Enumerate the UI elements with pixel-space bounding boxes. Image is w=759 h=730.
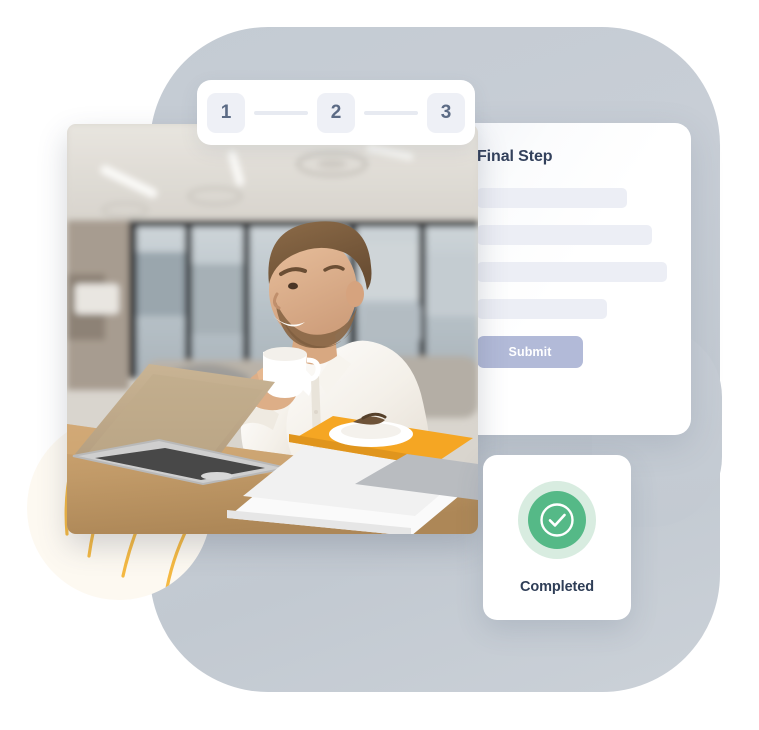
status-badge: Completed (519, 578, 595, 595)
step-indicator-3[interactable]: 3 (427, 92, 465, 133)
final-step-form-panel: Final Step Submit (455, 123, 691, 435)
progress-stepper: 1 2 3 (197, 80, 475, 145)
form-field-3[interactable] (477, 262, 667, 282)
step-number-2: 2 (330, 101, 342, 123)
form-field-1[interactable] (477, 188, 627, 208)
check-circle-halo (518, 480, 596, 559)
form-field-2[interactable] (477, 225, 652, 245)
form-field-4[interactable] (477, 299, 607, 319)
step-indicator-2[interactable]: 2 (317, 92, 355, 133)
check-circle-icon (528, 490, 586, 549)
step-indicator-1[interactable]: 1 (207, 92, 245, 133)
page-title: Final Step (477, 148, 553, 165)
step-connector-1 (254, 110, 308, 115)
office-worker-photo (67, 124, 478, 534)
step-number-1: 1 (220, 101, 232, 123)
submit-button[interactable]: Submit (477, 336, 583, 368)
illustration-stage: 1 2 3 Final Step Submit Completed (0, 0, 759, 730)
step-connector-2 (364, 110, 418, 115)
submit-button-label: Submit (508, 345, 552, 359)
completed-status-card: Completed (483, 455, 631, 620)
step-number-3: 3 (440, 101, 452, 123)
